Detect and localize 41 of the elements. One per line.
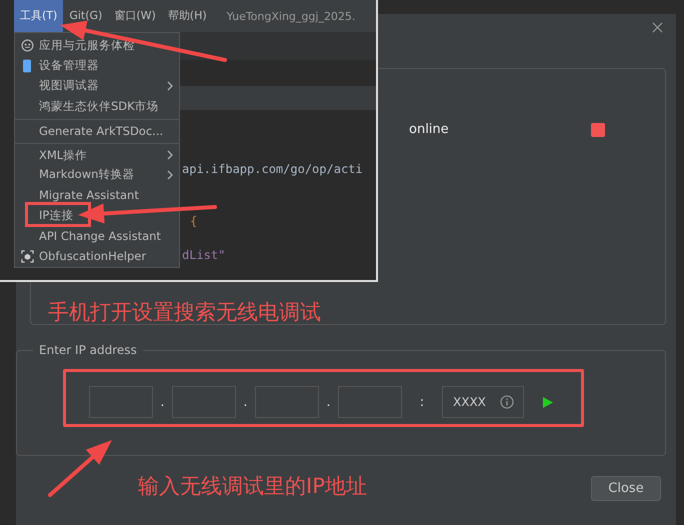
- device-status: online: [409, 122, 449, 137]
- separator-mark: .: [159, 394, 166, 410]
- port-field[interactable]: XXXX: [442, 386, 524, 418]
- menu-item[interactable]: 设备管理器: [15, 55, 179, 76]
- phone-icon: [23, 58, 31, 73]
- ip-octet-field[interactable]: [255, 386, 319, 418]
- play-icon[interactable]: [542, 396, 553, 408]
- menu-bar-item[interactable]: 工具(T): [14, 0, 64, 32]
- separator-mark: .: [242, 394, 249, 410]
- menu-item[interactable]: 视图调试器: [15, 76, 179, 96]
- separator-mark: :: [418, 394, 426, 410]
- ip-octet-field[interactable]: [172, 386, 236, 418]
- info-icon[interactable]: [500, 395, 514, 409]
- menu-item[interactable]: API Change Assistant: [15, 226, 179, 246]
- close-button[interactable]: Close: [591, 476, 661, 501]
- group-label: Enter IP address: [33, 343, 143, 357]
- code-text: {: [190, 214, 198, 228]
- menu-item[interactable]: 鸿蒙生态伙伴SDK市场: [15, 96, 179, 117]
- code-text: dList": [182, 248, 226, 262]
- annotation-text: 输入无线调试里的IP地址: [138, 473, 367, 500]
- menu-bar-item[interactable]: 窗口(W): [108, 0, 162, 32]
- scan-icon: [20, 250, 34, 263]
- chevron-icon: [167, 80, 173, 91]
- menu-item[interactable]: ObfuscationHelper: [15, 246, 179, 267]
- chevron-icon: [167, 150, 173, 160]
- ip-octet-field[interactable]: [338, 386, 402, 418]
- menu-bar-item[interactable]: 帮助(H): [162, 0, 213, 32]
- menu-item[interactable]: Markdown转换器: [15, 164, 179, 185]
- separator-mark: .: [325, 394, 332, 410]
- menu-item[interactable]: IP连接: [15, 205, 179, 226]
- ip-octet-field[interactable]: [89, 386, 153, 418]
- annotation-text: 手机打开设置搜索无线电调试: [48, 299, 321, 326]
- chevron-icon: [167, 170, 173, 180]
- menu-item[interactable]: Generate ArkTSDoc...: [15, 118, 179, 141]
- menu-item[interactable]: Migrate Assistant: [15, 184, 179, 206]
- annotation-arrow: [48, 440, 112, 497]
- close-icon[interactable]: [652, 22, 663, 33]
- code-text: api.ifbapp.com/go/op/acti: [182, 162, 363, 176]
- menu-bar-item[interactable]: Git(G): [63, 0, 108, 32]
- project-title: YueTongXing_ggj_2025.: [226, 10, 356, 22]
- menu-item[interactable]: XML操作: [15, 142, 179, 165]
